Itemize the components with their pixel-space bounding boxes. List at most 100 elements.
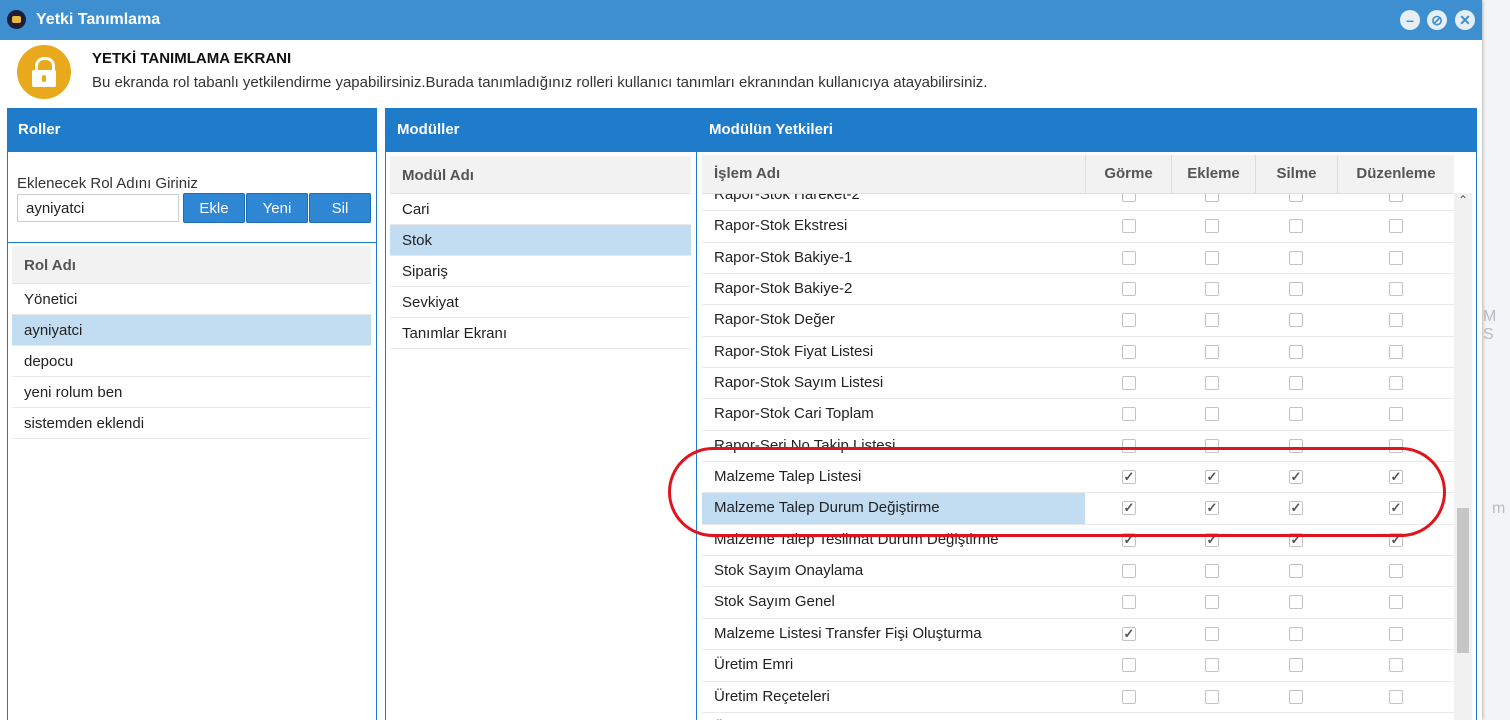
new-role-button[interactable]: Yeni [246,193,308,223]
role-list-item[interactable]: ayniyatci [12,315,371,346]
delete-checkbox[interactable] [1289,376,1303,391]
delete-checkbox[interactable] [1289,313,1303,328]
add-checkbox[interactable] [1205,501,1219,516]
delete-checkbox[interactable] [1289,532,1303,547]
scrollbar-thumb[interactable] [1457,508,1469,653]
module-list-item[interactable]: Stok [390,225,691,256]
delete-checkbox[interactable] [1289,658,1303,673]
add-checkbox[interactable] [1205,689,1219,704]
view-checkbox[interactable] [1122,282,1136,297]
add-checkbox[interactable] [1205,313,1219,328]
edit-checkbox[interactable] [1389,470,1403,485]
add-checkbox[interactable] [1205,219,1219,234]
module-list-item[interactable]: Sevkiyat [390,287,691,318]
permission-row[interactable]: Rapor-Seri No Takip Listesi [702,431,1454,463]
edit-checkbox[interactable] [1389,313,1403,328]
delete-checkbox[interactable] [1289,595,1303,610]
add-checkbox[interactable] [1205,595,1219,610]
permission-row[interactable]: Stok Sayım Genel [702,587,1454,619]
edit-checkbox[interactable] [1389,532,1403,547]
edit-checkbox[interactable] [1389,564,1403,579]
delete-checkbox[interactable] [1289,344,1303,359]
view-checkbox[interactable] [1122,564,1136,579]
delete-role-button[interactable]: Sil [309,193,371,223]
permission-row[interactable]: Malzeme Talep Listesi [702,462,1454,494]
delete-checkbox[interactable] [1289,626,1303,641]
add-checkbox[interactable] [1205,438,1219,453]
permission-row[interactable]: Rapor-Stok Fiyat Listesi [702,337,1454,369]
edit-checkbox[interactable] [1389,407,1403,422]
module-list-item[interactable]: Cari [390,194,691,225]
view-checkbox[interactable] [1122,219,1136,234]
permission-row[interactable]: Rapor-Stok Cari Toplam [702,399,1454,431]
edit-checkbox[interactable] [1389,344,1403,359]
edit-checkbox[interactable] [1389,689,1403,704]
role-list-item[interactable]: depocu [12,346,371,377]
permission-row[interactable]: Rapor-Stok Değer [702,305,1454,337]
delete-checkbox[interactable] [1289,407,1303,422]
edit-checkbox[interactable] [1389,219,1403,234]
add-checkbox[interactable] [1205,470,1219,485]
view-checkbox[interactable] [1122,344,1136,359]
permission-row[interactable]: Malzeme Talep Durum Değiştirme [702,493,1454,525]
edit-checkbox[interactable] [1389,501,1403,516]
edit-checkbox[interactable] [1389,595,1403,610]
delete-checkbox[interactable] [1289,438,1303,453]
add-checkbox[interactable] [1205,250,1219,265]
view-checkbox[interactable] [1122,470,1136,485]
view-checkbox[interactable] [1122,658,1136,673]
edit-checkbox[interactable] [1389,438,1403,453]
permission-row[interactable]: Üretim Emri [702,650,1454,682]
delete-checkbox[interactable] [1289,689,1303,704]
delete-checkbox[interactable] [1289,501,1303,516]
add-checkbox[interactable] [1205,282,1219,297]
view-checkbox[interactable] [1122,626,1136,641]
delete-checkbox[interactable] [1289,564,1303,579]
module-list-item[interactable]: Tanımlar Ekranı [390,318,691,349]
view-checkbox[interactable] [1122,689,1136,704]
close-icon[interactable]: ✕ [1455,10,1475,30]
view-checkbox[interactable] [1122,532,1136,547]
view-checkbox[interactable] [1122,407,1136,422]
permission-row[interactable]: Rapor-Stok Bakiye-2 [702,274,1454,306]
view-checkbox[interactable] [1122,595,1136,610]
view-checkbox[interactable] [1122,376,1136,391]
permission-row[interactable]: Stok Sayım Onaylama [702,556,1454,588]
edit-checkbox[interactable] [1389,250,1403,265]
delete-checkbox[interactable] [1289,219,1303,234]
permission-row[interactable]: Malzeme Talep Teslimat Durum Değiştirme [702,525,1454,557]
view-checkbox[interactable] [1122,313,1136,328]
edit-checkbox[interactable] [1389,658,1403,673]
restore-icon[interactable]: ⊘ [1427,10,1447,30]
view-checkbox[interactable] [1122,438,1136,453]
window-titlebar[interactable]: Yetki Tanımlama – ⊘ ✕ [0,0,1482,40]
permission-row[interactable]: Üretim Reçeteleri [702,682,1454,713]
scroll-up-icon[interactable]: ⌃ [1458,193,1468,207]
role-list-item[interactable]: Yönetici [12,284,371,315]
add-checkbox[interactable] [1205,626,1219,641]
delete-checkbox[interactable] [1289,282,1303,297]
edit-checkbox[interactable] [1389,282,1403,297]
module-list-item[interactable]: Sipariş [390,256,691,287]
add-checkbox[interactable] [1205,376,1219,391]
add-checkbox[interactable] [1205,532,1219,547]
edit-checkbox[interactable] [1389,626,1403,641]
permissions-scrollbar[interactable]: ⌃ [1454,193,1472,720]
delete-checkbox[interactable] [1289,250,1303,265]
delete-checkbox[interactable] [1289,470,1303,485]
edit-checkbox[interactable] [1389,376,1403,391]
role-list-item[interactable]: yeni rolum ben [12,377,371,408]
role-list-item[interactable]: sistemden eklendi [12,408,371,439]
permission-row[interactable]: Rapor-Stok Ekstresi [702,211,1454,243]
permission-row[interactable]: Üretim Emri Durum Değiştirme [702,713,1454,720]
role-name-input[interactable] [17,194,179,222]
view-checkbox[interactable] [1122,501,1136,516]
add-checkbox[interactable] [1205,564,1219,579]
permission-row[interactable]: Rapor-Stok Sayım Listesi [702,368,1454,400]
view-checkbox[interactable] [1122,250,1136,265]
add-role-button[interactable]: Ekle [183,193,245,223]
add-checkbox[interactable] [1205,344,1219,359]
permission-row[interactable]: Malzeme Listesi Transfer Fişi Oluşturma [702,619,1454,651]
permission-row[interactable]: Rapor-Stok Bakiye-1 [702,243,1454,275]
add-checkbox[interactable] [1205,407,1219,422]
